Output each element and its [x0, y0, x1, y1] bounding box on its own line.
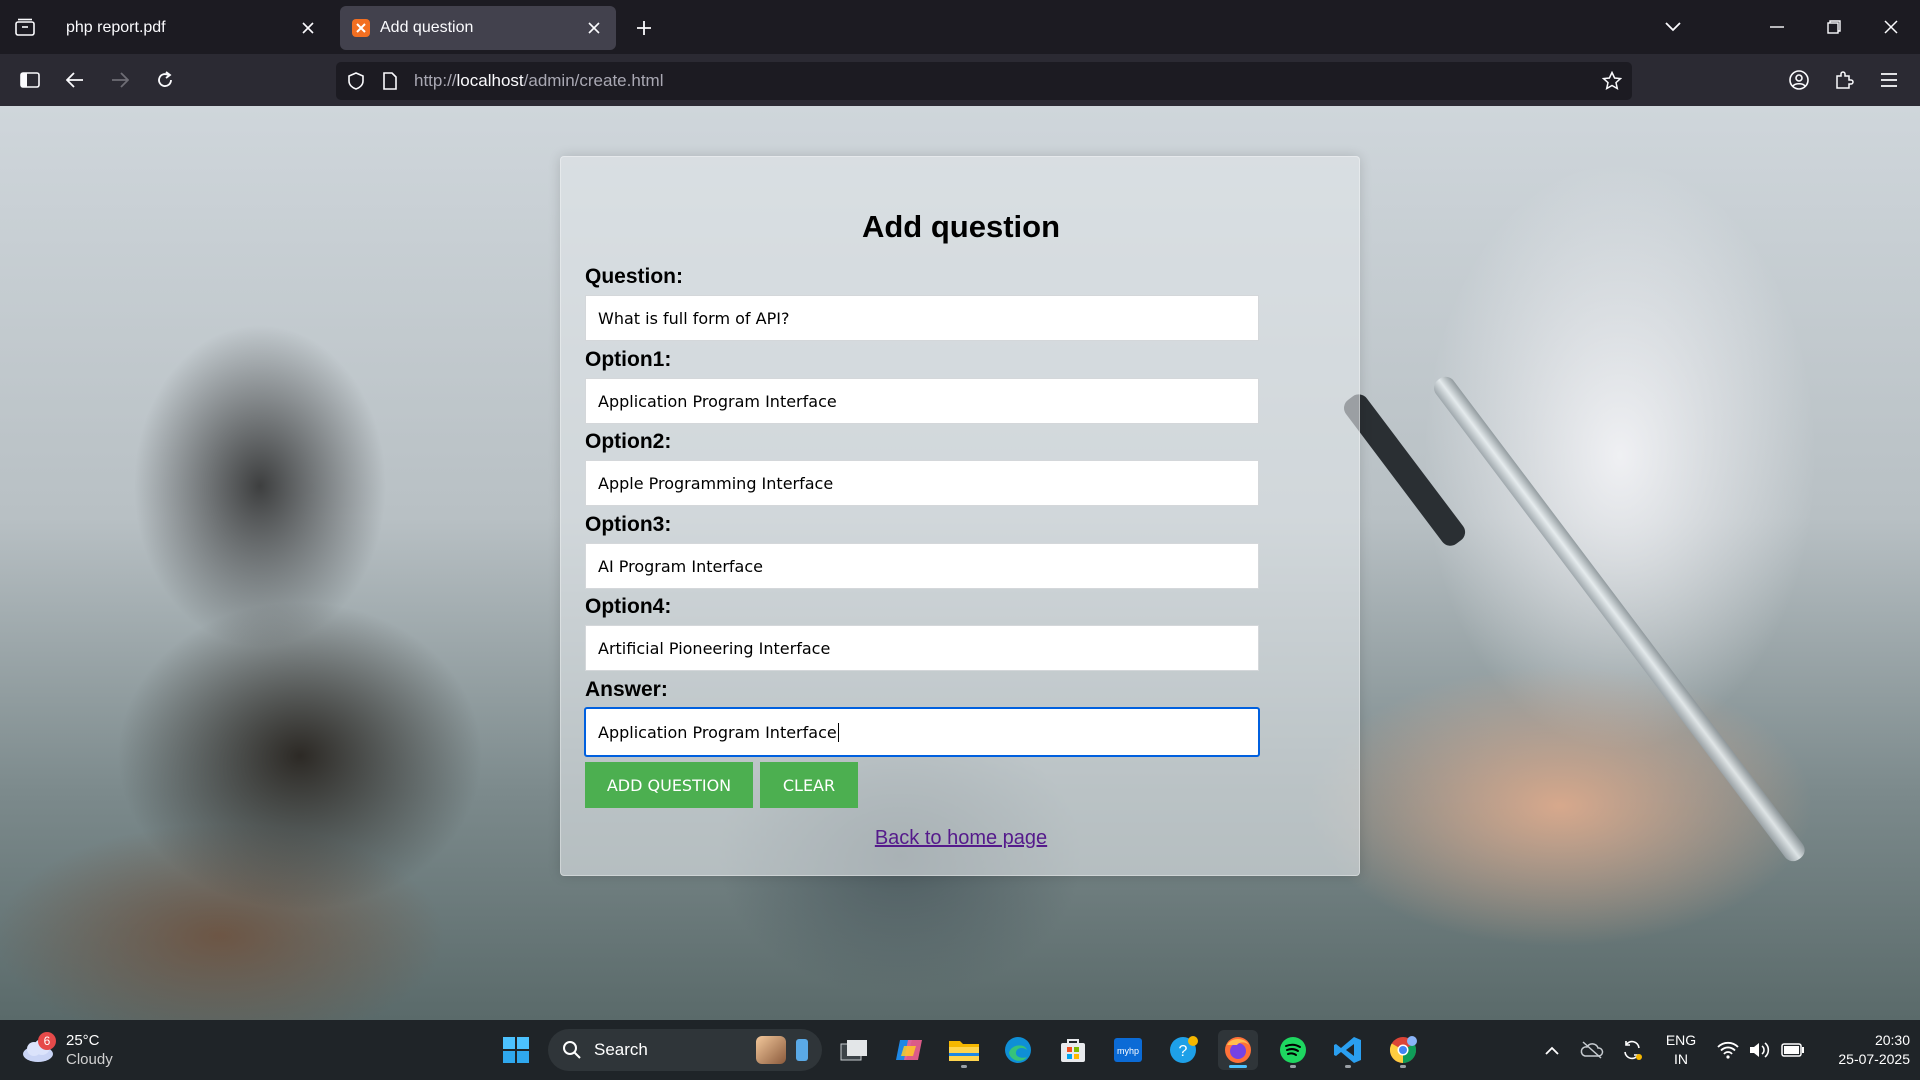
microsoft-store-icon[interactable] — [1053, 1030, 1093, 1070]
volume-icon — [1750, 1042, 1770, 1058]
forward-arrow-icon[interactable] — [102, 62, 138, 98]
bookmark-star-icon[interactable] — [1598, 67, 1626, 95]
option4-input-value: Artificial Pioneering Interface — [598, 638, 831, 658]
quick-settings[interactable] — [1706, 1030, 1816, 1070]
sidebar-toggle-icon[interactable] — [12, 62, 48, 98]
clear-button[interactable]: CLEAR — [760, 762, 858, 808]
running-indicator — [961, 1065, 967, 1068]
option2-label: Option2: — [585, 430, 672, 453]
page-info-icon[interactable] — [376, 67, 404, 95]
clock-time: 20:30 — [1874, 1032, 1910, 1048]
option2-input-value: Apple Programming Interface — [598, 473, 834, 493]
option1-input[interactable]: Application Program Interface — [585, 378, 1259, 424]
option1-label: Option1: — [585, 348, 672, 371]
edge-browser-icon[interactable] — [998, 1030, 1038, 1070]
xampp-favicon-icon — [352, 19, 370, 37]
show-hidden-icons-chevron-icon[interactable] — [1534, 1030, 1570, 1070]
address-bar[interactable]: http://localhost/admin/create.html — [336, 62, 1632, 100]
option3-input-value: AI Program Interface — [598, 556, 763, 576]
spotify-icon[interactable] — [1273, 1030, 1313, 1070]
account-icon[interactable] — [1781, 62, 1817, 98]
tracking-protection-shield-icon[interactable] — [342, 67, 370, 95]
weather-widget[interactable]: 6 25°C Cloudy — [20, 1028, 113, 1072]
close-window-icon[interactable] — [1874, 10, 1908, 44]
tab-title: php report.pdf — [66, 19, 166, 36]
back-to-home-link[interactable]: Back to home page — [561, 827, 1361, 850]
hp-support-icon[interactable]: ? — [1163, 1030, 1203, 1070]
option3-input[interactable]: AI Program Interface — [585, 543, 1259, 589]
myhp-app-icon[interactable]: myhp — [1108, 1030, 1148, 1070]
answer-input[interactable]: Application Program Interface — [584, 707, 1260, 757]
language-code: ENG — [1665, 1032, 1697, 1048]
tab-title: Add question — [380, 19, 474, 36]
back-arrow-icon[interactable] — [57, 62, 93, 98]
tab-add-question[interactable]: Add question — [340, 6, 616, 50]
minimize-icon[interactable] — [1760, 10, 1794, 44]
question-label: Question: — [585, 265, 683, 288]
weather-temperature: 25°C — [66, 1032, 100, 1049]
search-label: Search — [594, 1040, 648, 1059]
clock-date: 25-07-2025 — [1838, 1051, 1910, 1067]
url-scheme: http:// — [414, 71, 457, 90]
option4-label: Option4: — [585, 595, 672, 618]
task-view-icon[interactable] — [834, 1030, 874, 1070]
tab-list-icon[interactable] — [8, 10, 42, 44]
weather-alert-badge: 6 — [38, 1032, 56, 1050]
svg-text:myhp: myhp — [1117, 1046, 1139, 1056]
firefox-icon[interactable] — [1218, 1030, 1258, 1070]
taskbar-search-box[interactable]: Search — [548, 1029, 822, 1071]
url-path: /admin/create.html — [523, 71, 664, 90]
windows-taskbar: 6 25°C Cloudy Search myhp ? ENG IN 20:30… — [0, 1020, 1920, 1080]
tab-php-report[interactable]: php report.pdf — [54, 6, 330, 50]
battery-icon — [1781, 1043, 1804, 1057]
search-highlight-icon — [756, 1036, 786, 1064]
running-indicator — [1290, 1065, 1296, 1068]
url-text[interactable]: http://localhost/admin/create.html — [414, 71, 1592, 91]
wifi-icon — [1717, 1041, 1739, 1059]
option1-input-value: Application Program Interface — [598, 391, 837, 411]
page-viewport: Add question Question: What is full form… — [0, 106, 1920, 1020]
background-photo-pen-body — [1430, 372, 1809, 866]
search-icon — [563, 1041, 581, 1059]
running-indicator — [1400, 1065, 1406, 1068]
tab-close-icon[interactable] — [584, 18, 604, 38]
sync-icon[interactable] — [1614, 1030, 1650, 1070]
chrome-icon[interactable] — [1383, 1030, 1423, 1070]
region-code: IN — [1674, 1051, 1688, 1067]
form-title: Add question — [861, 209, 1061, 244]
text-caret — [837, 722, 839, 742]
weather-description: Cloudy — [66, 1051, 113, 1068]
answer-input-value: Application Program Interface — [598, 722, 837, 742]
windows-start-icon[interactable] — [496, 1030, 536, 1070]
menu-hamburger-icon[interactable] — [1871, 62, 1907, 98]
list-all-tabs-chevron-icon[interactable] — [1656, 10, 1690, 44]
question-input-value: What is full form of API? — [598, 308, 790, 328]
language-indicator[interactable]: ENG IN — [1658, 1031, 1704, 1069]
copilot-icon[interactable] — [889, 1030, 929, 1070]
reload-icon[interactable] — [147, 62, 183, 98]
vscode-icon[interactable] — [1328, 1030, 1368, 1070]
navigation-toolbar: http://localhost/admin/create.html — [0, 54, 1920, 106]
extensions-icon[interactable] — [1826, 62, 1862, 98]
browser-tab-strip: php report.pdf Add question — [0, 0, 1920, 54]
restore-icon[interactable] — [1817, 10, 1851, 44]
svg-text:?: ? — [1179, 1043, 1188, 1060]
file-explorer-icon[interactable] — [944, 1030, 984, 1070]
clock[interactable]: 20:30 25-07-2025 — [1812, 1031, 1910, 1069]
tab-close-icon[interactable] — [298, 18, 318, 38]
option4-input[interactable]: Artificial Pioneering Interface — [585, 625, 1259, 671]
new-tab-plus-icon[interactable] — [628, 12, 660, 44]
search-dna-icon — [796, 1039, 808, 1061]
question-input[interactable]: What is full form of API? — [585, 295, 1259, 341]
active-app-indicator — [1229, 1065, 1247, 1068]
add-question-button[interactable]: ADD QUESTION — [585, 762, 753, 808]
option2-input[interactable]: Apple Programming Interface — [585, 460, 1259, 506]
onedrive-offline-icon[interactable] — [1574, 1030, 1610, 1070]
add-question-form: Add question Question: What is full form… — [560, 156, 1360, 876]
option3-label: Option3: — [585, 513, 672, 536]
running-indicator — [1345, 1065, 1351, 1068]
url-host: localhost — [456, 71, 524, 90]
answer-label: Answer: — [585, 678, 668, 701]
